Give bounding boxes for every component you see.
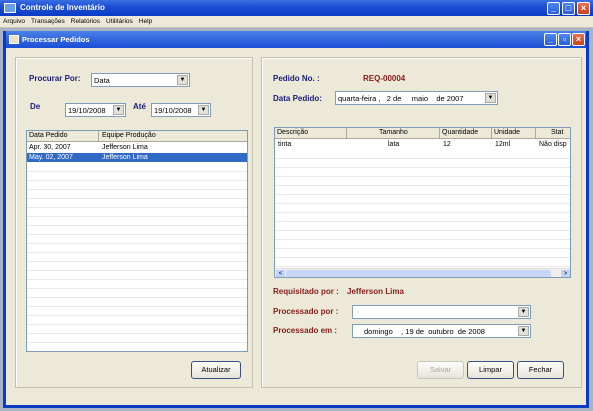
window-icon xyxy=(9,35,19,44)
menu-transacoes[interactable]: Transações xyxy=(28,17,68,26)
from-label: De xyxy=(30,102,41,111)
maximize-icon[interactable]: □ xyxy=(562,2,575,15)
col-quantity-label: Quantidade xyxy=(442,129,479,136)
table-row[interactable]: Apr. 30, 2007 Jefferson Lima xyxy=(27,143,247,152)
window-title: Processar Pedidos xyxy=(22,35,90,44)
col-date-header[interactable]: Data Pedido xyxy=(27,131,99,142)
search-by-value: Data xyxy=(94,76,110,85)
order-date-picker[interactable]: quarta-feira , 2 de maio de 2007 ▼ xyxy=(335,91,498,105)
col-date-label: Data Pedido xyxy=(29,132,68,139)
col-quantity-header[interactable]: Quantidade xyxy=(440,128,492,139)
scroll-left-icon[interactable]: < xyxy=(276,270,285,277)
menu-bar: Arquivo Transações Relatórios Utilitários He… xyxy=(0,16,593,28)
row-date: May. 02, 2007 xyxy=(29,154,73,161)
item-quantity: 12 xyxy=(443,141,451,148)
orders-table[interactable]: Data Pedido Equipe Produção Apr. 30, 200… xyxy=(26,130,248,352)
row-date: Apr. 30, 2007 xyxy=(29,144,71,151)
minimize-icon[interactable]: _ xyxy=(547,2,560,15)
col-description-label: Descrição xyxy=(277,129,309,136)
order-date-label: Data Pedido: xyxy=(273,94,322,103)
scroll-right-icon[interactable]: > xyxy=(561,270,570,277)
requested-by-value: Jefferson Lima xyxy=(347,287,404,296)
processed-on-value: domingo , 19 de outubro de 2008 xyxy=(364,327,485,336)
window-titlebar[interactable]: Processar Pedidos _ ▫ × xyxy=(6,31,586,48)
orders-table-header: Data Pedido Equipe Produção xyxy=(27,131,247,142)
window-minimize-icon[interactable]: _ xyxy=(544,33,557,46)
app-icon xyxy=(4,3,16,13)
right-panel: Pedido No. : REQ-00004 Data Pedido: quar… xyxy=(261,57,582,388)
horizontal-scrollbar[interactable]: < > xyxy=(275,268,570,277)
chevron-down-icon[interactable]: ▼ xyxy=(485,93,496,103)
col-size-header[interactable]: Tamanho xyxy=(347,128,440,139)
col-team-label: Equipe Produção xyxy=(102,132,156,139)
chevron-down-icon[interactable]: ▼ xyxy=(518,307,529,317)
from-date-value: 19/10/2008 xyxy=(68,106,106,115)
search-by-select[interactable]: Data ▼ xyxy=(91,73,190,87)
empty-rows xyxy=(27,163,247,351)
to-date-value: 19/10/2008 xyxy=(154,106,192,115)
order-number-label: Pedido No. : xyxy=(273,74,320,83)
processed-on-label: Processado em : xyxy=(273,326,338,335)
item-row[interactable]: tinta lata 12 12ml Não disp xyxy=(275,140,570,149)
col-status-label: Stat xyxy=(551,129,564,136)
menu-arquivo[interactable]: Arquivo xyxy=(0,17,28,26)
row-team: Jefferson Lima xyxy=(102,154,148,161)
col-unit-label: Unidade xyxy=(494,129,521,136)
close-icon[interactable]: × xyxy=(577,2,590,15)
save-button[interactable]: Salvar xyxy=(417,361,464,379)
chevron-down-icon[interactable]: ▼ xyxy=(198,105,209,115)
processed-by-label: Processado por : xyxy=(273,307,339,316)
requested-by-label: Requisitado por : xyxy=(273,287,339,296)
item-unit: 12ml xyxy=(495,141,511,148)
empty-item-rows xyxy=(275,150,570,268)
menu-relatorios[interactable]: Relatórios xyxy=(68,17,103,26)
chevron-down-icon[interactable]: ▼ xyxy=(177,75,188,85)
col-status-header[interactable]: Stat xyxy=(536,128,570,139)
col-description-header[interactable]: Descrição xyxy=(275,128,347,139)
app-title: Controle de Inventário xyxy=(20,3,105,12)
order-number-value: REQ-00004 xyxy=(363,74,406,83)
to-label: Até xyxy=(133,102,146,111)
col-unit-header[interactable]: Unidade xyxy=(492,128,536,139)
to-date-picker[interactable]: 19/10/2008 ▼ xyxy=(151,103,211,117)
items-table-header: Descrição Tamanho Quantidade Unidade Sta… xyxy=(275,128,570,139)
refresh-button[interactable]: Atualizar xyxy=(191,361,241,379)
menu-utilitarios[interactable]: Utilitários xyxy=(103,17,136,26)
chevron-down-icon[interactable]: ▼ xyxy=(113,105,124,115)
item-size: lata xyxy=(388,141,400,148)
item-description: tinta xyxy=(278,141,292,148)
processed-on-picker[interactable]: domingo , 19 de outubro de 2008 ▼ xyxy=(352,324,531,338)
order-date-value: quarta-feira , 2 de maio de 2007 xyxy=(338,94,464,103)
window-restore-icon[interactable]: ▫ xyxy=(558,33,571,46)
process-orders-window: Processar Pedidos _ ▫ × Procurar Por: Da… xyxy=(3,31,589,408)
scroll-thumb[interactable] xyxy=(286,270,551,277)
search-label: Procurar Por: xyxy=(29,74,81,83)
menu-help[interactable]: Help xyxy=(136,17,155,26)
clear-button[interactable]: Limpar xyxy=(467,361,514,379)
chevron-down-icon[interactable]: ▼ xyxy=(518,326,529,336)
table-row-selected[interactable]: May. 02, 2007 Jefferson Lima xyxy=(27,153,247,162)
app-titlebar[interactable]: Controle de Inventário _ □ × xyxy=(0,0,593,16)
col-team-header[interactable]: Equipe Produção xyxy=(99,131,247,142)
from-date-picker[interactable]: 19/10/2008 ▼ xyxy=(65,103,126,117)
col-size-label: Tamanho xyxy=(379,129,408,136)
close-button[interactable]: Fechar xyxy=(517,361,564,379)
row-team: Jefferson Lima xyxy=(102,144,148,151)
left-panel: Procurar Por: Data ▼ De 19/10/2008 ▼ Até 1… xyxy=(15,57,253,388)
window-close-icon[interactable]: × xyxy=(572,33,585,46)
item-status: Não disp xyxy=(539,141,567,148)
items-table[interactable]: Descrição Tamanho Quantidade Unidade Sta… xyxy=(274,127,571,278)
processed-by-select[interactable]: ▼ xyxy=(352,305,531,319)
